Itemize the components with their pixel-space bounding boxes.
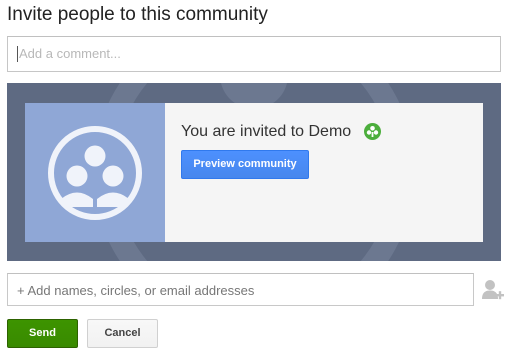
recipients-input[interactable]: + Add names, circles, or email addresses [7,273,474,306]
text-caret [17,46,18,62]
community-badge-icon [364,123,381,140]
community-preview-panel: You are invited to Demo Preview communit… [7,83,501,261]
recipients-placeholder: + Add names, circles, or email addresses [17,283,255,298]
cancel-button[interactable]: Cancel [87,319,158,348]
comment-input[interactable]: Add a comment... [7,36,501,72]
invitation-text: You are invited to Demo [181,123,352,140]
community-people-icon [48,126,142,220]
community-thumbnail [25,103,165,242]
invitation-card: You are invited to Demo Preview communit… [25,103,483,242]
dialog-title: Invite people to this community [7,4,268,25]
preview-community-button[interactable]: Preview community [181,150,309,179]
comment-placeholder: Add a comment... [19,46,121,61]
send-button[interactable]: Send [7,319,78,348]
add-person-icon[interactable] [482,279,504,303]
